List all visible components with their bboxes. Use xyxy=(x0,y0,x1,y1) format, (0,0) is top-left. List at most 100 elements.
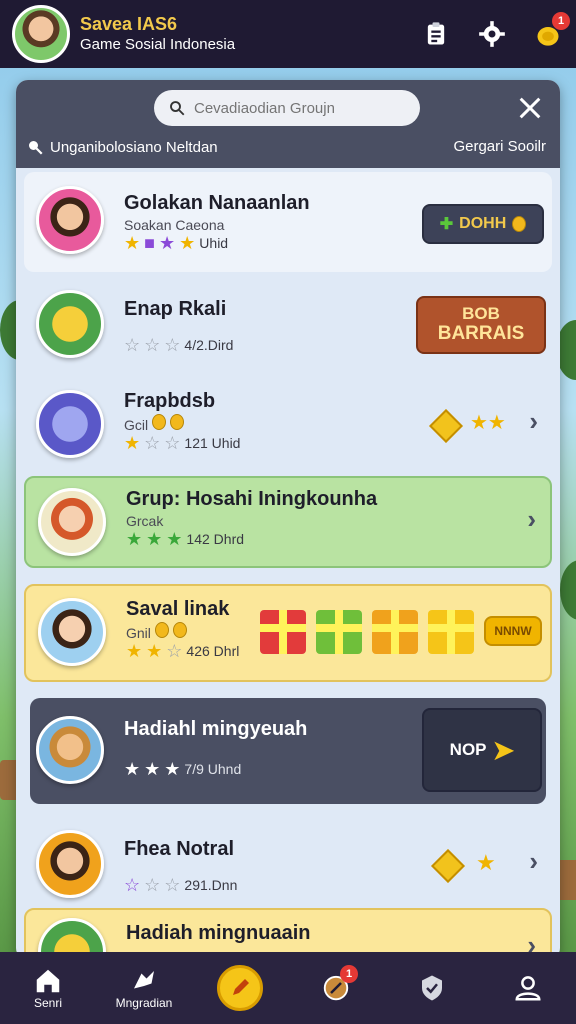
next-button[interactable]: NOP ➤ xyxy=(422,708,542,792)
filter-left[interactable]: Unganibolosiano Neltdan xyxy=(26,138,218,156)
row-meta: ☆ ☆ ☆ 4/2.Dird xyxy=(124,336,233,354)
row-text: Grup: Hosahi Iningkounha Grcak ★ ★ ★ 142… xyxy=(126,486,377,548)
row-meta-text: 4/2.Dird xyxy=(184,337,234,353)
row-sub: Gcil xyxy=(124,414,240,434)
gift-orange-icon xyxy=(372,610,418,654)
nav-home[interactable]: Senri xyxy=(8,966,88,1010)
diamond-icon xyxy=(431,849,465,883)
top-bar: Savea IAS6 Game Sosial Indonesia 1 xyxy=(0,0,576,68)
row-meta-text: 121 Uhid xyxy=(184,435,241,452)
star-icon: ☆ xyxy=(164,335,181,356)
row-name: Frapbdsb xyxy=(124,390,216,412)
title-block: Savea IAS6 Game Sosial Indonesia xyxy=(80,13,235,54)
list-item[interactable]: Fhea Notral ☆ ☆ ☆ 291.Dnn ★ › xyxy=(24,814,552,918)
row-name: Saval linak xyxy=(126,598,230,620)
gift-green-icon xyxy=(316,610,362,654)
nav-create[interactable] xyxy=(200,965,280,1011)
star-icon: ★ xyxy=(476,850,496,875)
rewards-button[interactable]: BOB BARRAIS xyxy=(416,296,546,354)
bottom-nav: Senri Mngradian 1 xyxy=(0,952,576,1024)
bird-icon xyxy=(134,971,154,989)
join-button-label: DOHH xyxy=(459,215,507,232)
star-icon: ★ xyxy=(126,529,143,550)
chevron-right-icon[interactable]: › xyxy=(529,846,538,877)
filter-left-label: Unganibolosiano Neltdan xyxy=(50,138,218,156)
group-panel: Unganibolosiano Neltdan Gergari Sooilr G… xyxy=(16,80,560,960)
star-icon: ★ xyxy=(124,433,141,454)
search-icon xyxy=(29,141,43,155)
nav-home-label: Senri xyxy=(33,996,62,1010)
star-icon: ★ xyxy=(144,759,161,780)
claim-button[interactable]: NNNW xyxy=(484,616,542,646)
row-sub: Gnil xyxy=(126,622,239,642)
avatar xyxy=(36,716,104,784)
row-meta: ★ ★ ★ 142 Dhrd xyxy=(126,530,377,548)
star-icon: ★★ xyxy=(470,412,506,434)
row-meta: ★ ☆ ☆ 121 Uhid xyxy=(124,434,240,452)
star-icon: ★ xyxy=(166,529,183,550)
top-icons: 1 xyxy=(420,12,570,50)
app-subtitle: Game Sosial Indonesia xyxy=(80,35,236,53)
list-item[interactable]: Saval linak Gnil ★ ★ ☆ 426 Dhrl NNNW xyxy=(24,584,552,682)
row-name: Golakan Nanaanlan xyxy=(124,192,310,214)
row-meta-text: 426 Dhrl xyxy=(186,643,240,660)
row-sub-text: Gnil xyxy=(126,625,151,641)
row-name: Grup: Hosahi Iningkounha xyxy=(126,488,378,510)
list-item[interactable]: Frapbdsb Gcil ★ ☆ ☆ 121 Uhid ★★ › xyxy=(24,376,552,472)
nav-explore[interactable]: Mngradian xyxy=(104,966,184,1010)
row-text: Fhea Notral ☆ ☆ ☆ 291.Dnn xyxy=(124,836,237,894)
gear-icon[interactable] xyxy=(476,18,508,50)
diamond-icon xyxy=(429,409,463,443)
list-item[interactable]: Enap Rkali ☆ ☆ ☆ 4/2.Dird BOB BARRAIS xyxy=(24,276,552,374)
search-box[interactable] xyxy=(154,90,420,126)
search-input[interactable] xyxy=(194,99,394,117)
row-meta: ★ ★ ☆ 426 Dhrl xyxy=(126,642,239,660)
row-text: Saval linak Gnil ★ ★ ☆ 426 Dhrl xyxy=(126,596,239,660)
row-meta-text: 7/9 Uhnd xyxy=(184,761,242,777)
star-icon: ★ xyxy=(124,233,141,254)
row-name: Enap Rkali xyxy=(124,298,227,320)
coin-icon[interactable]: 1 xyxy=(532,12,570,50)
list-item[interactable]: Golakan Nanaanlan Soakan Caeona ★ ■ ★ ★ … xyxy=(24,172,552,272)
row-sub-text: Gcil xyxy=(124,417,149,433)
chevron-right-icon[interactable]: › xyxy=(527,504,536,535)
star-icon: ☆ xyxy=(166,641,183,662)
star-icon: ☆ xyxy=(164,433,181,454)
star-icon: ☆ xyxy=(144,433,161,454)
nav-shield[interactable] xyxy=(392,973,472,1003)
star-icon: ☆ xyxy=(124,875,141,896)
row-text: Enap Rkali ☆ ☆ ☆ 4/2.Dird xyxy=(124,296,233,354)
row-meta-text: Uhid xyxy=(199,235,229,252)
clipboard-icon[interactable] xyxy=(420,18,452,50)
list-item[interactable]: Hadiahl mingyeuah ★ ★ ★ 7/9 Uhnd NOP ➤ xyxy=(30,698,546,804)
nav-badges[interactable]: 1 xyxy=(296,965,376,1003)
panel-header: Unganibolosiano Neltdan Gergari Sooilr xyxy=(16,80,560,168)
star-icon: ★ xyxy=(126,641,143,662)
gift-box-avatar xyxy=(36,290,104,358)
nav-profile[interactable] xyxy=(488,973,568,1003)
list-item[interactable]: Grup: Hosahi Iningkounha Grcak ★ ★ ★ 142… xyxy=(24,476,552,568)
row-sub: Grcak xyxy=(126,513,164,529)
pencil-icon xyxy=(217,965,263,1011)
present-avatar xyxy=(36,390,104,458)
filter-right[interactable]: Gergari Sooilr xyxy=(453,138,546,155)
row-meta: ☆ ☆ ☆ 291.Dnn xyxy=(124,876,237,894)
next-button-label: NOP xyxy=(449,740,487,759)
row-meta: ★ ★ ★ 7/9 Uhnd xyxy=(124,760,307,778)
row-text: Golakan Nanaanlan Soakan Caeona ★ ■ ★ ★ … xyxy=(124,190,310,252)
star-icon: ★ xyxy=(159,233,176,254)
search-icon xyxy=(170,101,185,116)
rewards-button-line1: BOB xyxy=(462,304,500,324)
close-icon xyxy=(519,97,541,119)
chevron-right-icon[interactable]: › xyxy=(529,406,538,437)
notification-badge: 1 xyxy=(552,12,570,30)
app-title: Savea IAS6 xyxy=(80,14,178,35)
close-button[interactable] xyxy=(516,94,544,122)
profile-avatar[interactable] xyxy=(12,5,70,63)
coin-icon xyxy=(512,216,527,232)
star-icon: ☆ xyxy=(144,875,161,896)
star-icon: ★ xyxy=(179,233,196,254)
coin-icon xyxy=(169,414,184,430)
join-button[interactable]: ✚ DOHH xyxy=(422,204,544,244)
row-text: Hadiah mingnuaain xyxy=(126,920,310,946)
